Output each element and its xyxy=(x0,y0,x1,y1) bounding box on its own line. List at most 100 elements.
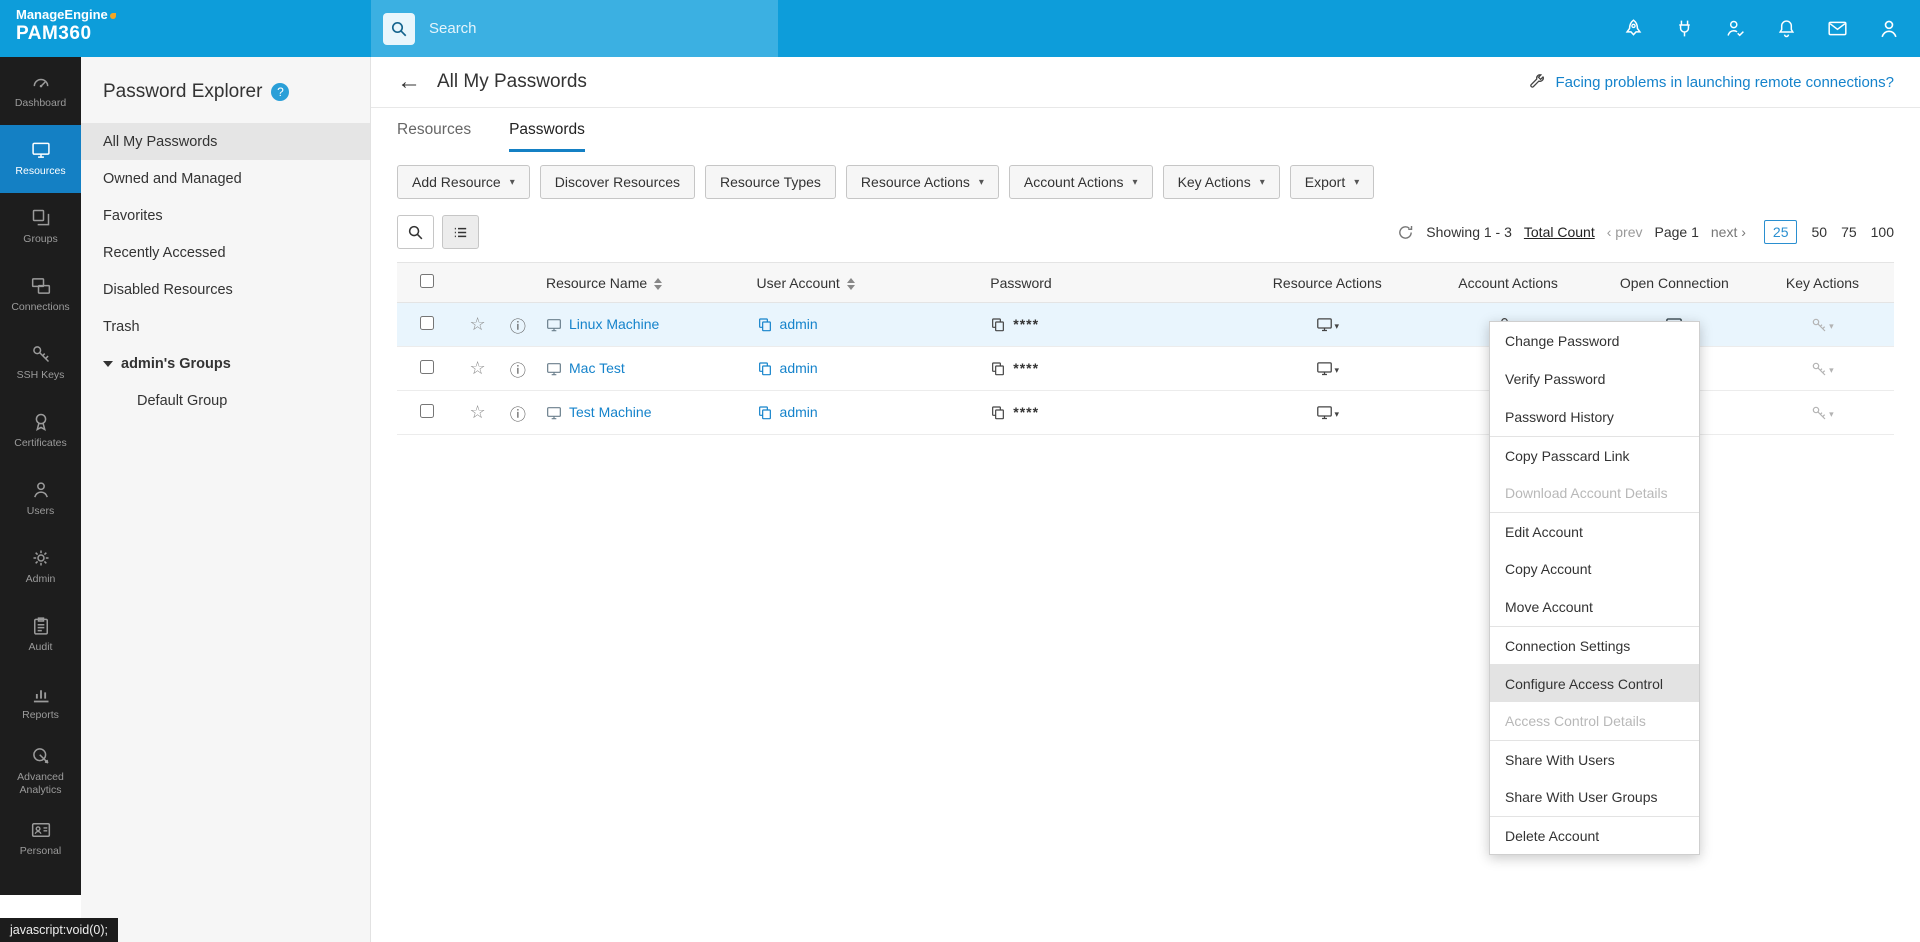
mail-icon[interactable] xyxy=(1827,18,1848,39)
menu-item-edit-account[interactable]: Edit Account xyxy=(1490,512,1699,550)
quick-connect-icon[interactable] xyxy=(1674,18,1695,39)
sidebar-item-ssh-keys[interactable]: SSH Keys xyxy=(0,329,81,397)
sidebar-item-certificates[interactable]: Certificates xyxy=(0,397,81,465)
resource-actions-menu-icon[interactable]: ▾ xyxy=(1316,316,1340,332)
refresh-icon[interactable] xyxy=(1397,224,1414,241)
menu-item-verify-password[interactable]: Verify Password xyxy=(1490,360,1699,398)
sort-icon[interactable] xyxy=(654,277,663,290)
key-actions-button[interactable]: Key Actions ▾ xyxy=(1162,165,1280,199)
key-actions-menu-icon[interactable]: ▾ xyxy=(1811,360,1834,376)
sort-icon[interactable] xyxy=(846,277,855,290)
explorer-item-trash[interactable]: Trash xyxy=(81,308,370,345)
favorite-star-icon[interactable]: ☆ xyxy=(470,358,486,378)
profile-icon[interactable] xyxy=(1878,18,1900,40)
help-question-icon[interactable]: ? xyxy=(271,83,290,101)
table-search-button[interactable] xyxy=(397,215,434,249)
copy-account-icon[interactable] xyxy=(757,404,773,420)
tab-resources[interactable]: Resources xyxy=(397,121,471,152)
export-button[interactable]: Export ▾ xyxy=(1289,165,1375,199)
resource-name-link[interactable]: Test Machine xyxy=(569,404,651,420)
page-size-75[interactable]: 75 xyxy=(1841,224,1857,240)
user-account-link[interactable]: admin xyxy=(780,404,818,420)
user-account-link[interactable]: admin xyxy=(780,360,818,376)
resource-actions-button[interactable]: Resource Actions ▾ xyxy=(845,165,999,199)
expand-arrow-icon[interactable] xyxy=(103,360,113,367)
add-resource-button[interactable]: Add Resource ▾ xyxy=(397,165,530,199)
user-account-link[interactable]: admin xyxy=(780,316,818,332)
row-checkbox[interactable] xyxy=(420,360,435,374)
notifications-bell-icon[interactable] xyxy=(1776,18,1797,39)
column-open-connection: Open Connection xyxy=(1619,274,1729,291)
page-size-50[interactable]: 50 xyxy=(1811,224,1827,240)
explorer-item-all-my-passwords[interactable]: All My Passwords xyxy=(81,123,370,160)
resource-actions-menu-icon[interactable]: ▾ xyxy=(1316,404,1339,420)
explorer-item-label: All My Passwords xyxy=(103,133,218,150)
favorite-star-icon[interactable]: ☆ xyxy=(470,314,486,334)
page-size-25[interactable]: 25 xyxy=(1763,220,1798,244)
menu-item-copy-account[interactable]: Copy Account xyxy=(1490,550,1699,588)
copy-password-icon[interactable] xyxy=(990,360,1006,376)
copy-account-icon[interactable] xyxy=(757,360,773,376)
back-arrow-icon[interactable]: ← xyxy=(397,70,421,94)
key-actions-menu-icon[interactable]: ▾ xyxy=(1811,316,1834,332)
explorer-item-admins-groups[interactable]: admin's Groups xyxy=(81,345,370,382)
tab-passwords[interactable]: Passwords xyxy=(509,121,585,152)
menu-item-connection-settings[interactable]: Connection Settings xyxy=(1490,626,1699,664)
resource-name-link[interactable]: Mac Test xyxy=(569,360,625,376)
discover-resources-button[interactable]: Discover Resources xyxy=(539,165,696,199)
sidebar-item-resources[interactable]: Resources xyxy=(0,125,81,193)
menu-item-password-history[interactable]: Password History xyxy=(1490,398,1699,436)
resource-actions-menu-icon[interactable]: ▾ xyxy=(1316,360,1339,376)
sidebar-item-groups[interactable]: Groups xyxy=(0,193,81,261)
copy-account-icon[interactable] xyxy=(757,316,773,332)
next-page-link[interactable]: next › xyxy=(1711,224,1746,240)
explorer-item-disabled-resources[interactable]: Disabled Resources xyxy=(81,271,370,308)
search-icon[interactable] xyxy=(383,12,415,45)
row-checkbox[interactable] xyxy=(420,404,435,418)
menu-item-move-account[interactable]: Move Account xyxy=(1490,588,1699,626)
resource-types-button[interactable]: Resource Types xyxy=(705,165,836,199)
nav-label: Groups xyxy=(23,233,58,246)
resource-name-link[interactable]: Linux Machine xyxy=(569,316,659,332)
brand-logo[interactable]: ManageEngine PAM360 xyxy=(16,7,116,45)
explorer-item-recently-accessed[interactable]: Recently Accessed xyxy=(81,234,370,271)
select-all-checkbox[interactable] xyxy=(420,274,435,288)
total-count-link[interactable]: Total Count xyxy=(1524,224,1595,240)
sidebar-item-advanced-analytics[interactable]: Advanced Analytics xyxy=(0,737,81,805)
info-icon[interactable]: ⓘ xyxy=(510,319,526,336)
key-actions-menu-icon[interactable]: ▾ xyxy=(1811,404,1834,420)
sidebar-item-connections[interactable]: Connections xyxy=(0,261,81,329)
menu-item-delete-account[interactable]: Delete Account xyxy=(1490,816,1699,854)
copy-password-icon[interactable] xyxy=(990,316,1006,332)
explorer-item-default-group[interactable]: Default Group xyxy=(81,382,370,419)
info-icon[interactable]: ⓘ xyxy=(510,407,526,424)
list-view-button[interactable] xyxy=(442,215,479,249)
sidebar-item-personal[interactable]: Personal xyxy=(0,805,81,873)
sidebar-item-dashboard[interactable]: Dashboard xyxy=(0,57,81,125)
explorer-item-favorites[interactable]: Favorites xyxy=(81,197,370,234)
menu-item-copy-passcard-link[interactable]: Copy Passcard Link xyxy=(1490,436,1699,474)
sidebar-item-audit[interactable]: Audit xyxy=(0,601,81,669)
column-password: Password xyxy=(990,274,1052,291)
row-checkbox[interactable] xyxy=(420,316,435,330)
prev-page-link[interactable]: ‹ prev xyxy=(1607,224,1643,240)
chevron-down-icon: ▾ xyxy=(1259,176,1265,188)
favorite-star-icon[interactable]: ☆ xyxy=(470,402,486,422)
menu-item-configure-access-control[interactable]: Configure Access Control xyxy=(1490,664,1699,702)
user-sessions-icon[interactable] xyxy=(1725,18,1746,39)
page-size-100[interactable]: 100 xyxy=(1871,224,1894,240)
chevron-down-icon: ▾ xyxy=(1334,320,1340,331)
sidebar-item-reports[interactable]: Reports xyxy=(0,669,81,737)
sidebar-item-users[interactable]: Users xyxy=(0,465,81,533)
help-link[interactable]: Facing problems in launching remote conn… xyxy=(1555,74,1894,91)
search-input[interactable] xyxy=(429,20,729,37)
explorer-item-owned-and-managed[interactable]: Owned and Managed xyxy=(81,160,370,197)
launch-connection-icon[interactable] xyxy=(1623,18,1644,39)
menu-item-share-with-user-groups[interactable]: Share With User Groups xyxy=(1490,778,1699,816)
menu-item-change-password[interactable]: Change Password xyxy=(1490,322,1699,360)
copy-password-icon[interactable] xyxy=(990,404,1006,420)
sidebar-item-admin[interactable]: Admin xyxy=(0,533,81,601)
menu-item-share-with-users[interactable]: Share With Users xyxy=(1490,740,1699,778)
account-actions-button[interactable]: Account Actions ▾ xyxy=(1008,165,1153,199)
info-icon[interactable]: ⓘ xyxy=(510,363,526,380)
